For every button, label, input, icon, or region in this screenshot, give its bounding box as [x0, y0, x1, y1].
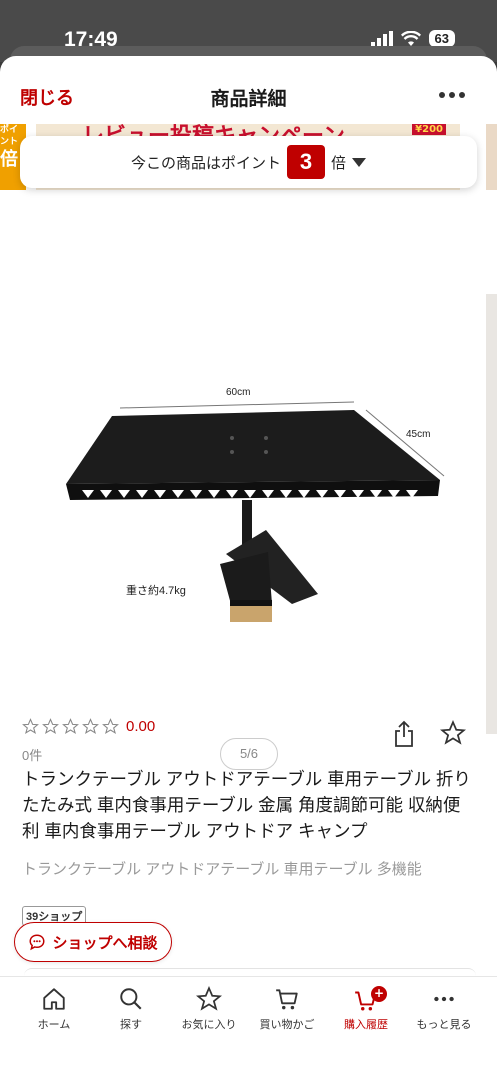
- signal-icon: [370, 30, 393, 47]
- caret-down-icon: [352, 157, 367, 167]
- consult-shop-label: ショップへ相談: [52, 934, 158, 952]
- tab-favorites-label: お気に入り: [181, 1019, 237, 1031]
- purchase-history-badge: +: [371, 986, 387, 1002]
- tab-cart[interactable]: 買い物かご: [247, 986, 327, 1032]
- star-outline-icon: [82, 718, 99, 735]
- bottom-tab-bar: ホーム 探す お気に入り 買い物かご + 購入履歴 もっと見る: [0, 976, 497, 1080]
- star-outline-icon: [102, 718, 119, 735]
- tab-search-label: 探す: [120, 1019, 142, 1031]
- more-options-button[interactable]: [439, 92, 465, 98]
- tab-home[interactable]: ホーム: [14, 986, 94, 1032]
- header: 閉じる 商品詳細: [0, 56, 497, 124]
- wifi-icon: [400, 30, 421, 46]
- product-title: トランクテーブル アウトドアテーブル 車用テーブル 折りたたみ式 車内食事用テー…: [22, 769, 471, 841]
- image-gallery[interactable]: ポイ ント 倍 レビュー投稿キャンペーン ¥200 今この商品はポイント 3 倍…: [0, 124, 497, 770]
- dimension-width-label: 60cm: [226, 387, 250, 398]
- search-icon: [120, 988, 142, 1010]
- tab-purchase-history[interactable]: + 購入履歴: [326, 986, 406, 1032]
- product-detail-sheet: 閉じる 商品詳細 ポイ ント 倍 レビュー投稿キャンペーン ¥200 今この商品…: [0, 56, 497, 1080]
- tab-search[interactable]: 探す: [91, 986, 171, 1032]
- tab-favorites[interactable]: お気に入り: [169, 986, 249, 1032]
- more-dots-icon: [439, 92, 445, 98]
- next-image-peek: [486, 294, 497, 734]
- more-icon: [434, 996, 454, 1002]
- star-outline-icon: [42, 718, 59, 735]
- tab-more[interactable]: もっと見る: [404, 986, 484, 1032]
- review-count[interactable]: 0件: [22, 745, 42, 764]
- star-icon: [196, 986, 222, 1011]
- rating-stars[interactable]: 0.00: [22, 718, 155, 735]
- consult-shop-button[interactable]: ショップへ相談: [14, 922, 172, 962]
- star-outline-icon: [62, 718, 79, 735]
- points-prefix: 今この商品はポイント: [130, 154, 281, 172]
- tab-cart-label: 買い物かご: [259, 1019, 315, 1031]
- cart-icon: [276, 989, 298, 1010]
- star-outline-icon: [22, 718, 39, 735]
- weight-label: 重さ約4.7kg: [126, 583, 186, 597]
- product-subtitle: トランクテーブル アウトドアテーブル 車用テーブル 多機能: [22, 861, 422, 878]
- status-icons: 63: [370, 30, 455, 47]
- campaign-badge: ¥200: [412, 124, 446, 135]
- points-multiplier: 3: [287, 145, 325, 179]
- favorite-star-icon[interactable]: [440, 720, 466, 746]
- tab-purchase-history-label: 購入履歴: [344, 1019, 388, 1031]
- points-multiplier-bar[interactable]: 今この商品はポイント 3 倍: [20, 136, 477, 188]
- next-section-card: [24, 968, 476, 976]
- points-suffix: 倍: [331, 154, 347, 172]
- product-image: 60cm 45cm 重さ約4.7kg: [66, 387, 445, 622]
- tab-more-label: もっと見る: [416, 1019, 472, 1031]
- rating-score: 0.00: [126, 718, 156, 735]
- tab-bar-divider: [0, 976, 497, 977]
- dimension-depth-label: 45cm: [406, 429, 430, 440]
- next-banner-peek: [486, 124, 497, 190]
- page-title: 商品詳細: [210, 89, 287, 110]
- home-icon: [43, 988, 65, 1010]
- battery-indicator: 63: [428, 30, 455, 47]
- chat-bubble-icon: [29, 934, 45, 951]
- share-icon[interactable]: [392, 720, 416, 748]
- tab-home-label: ホーム: [37, 1019, 71, 1031]
